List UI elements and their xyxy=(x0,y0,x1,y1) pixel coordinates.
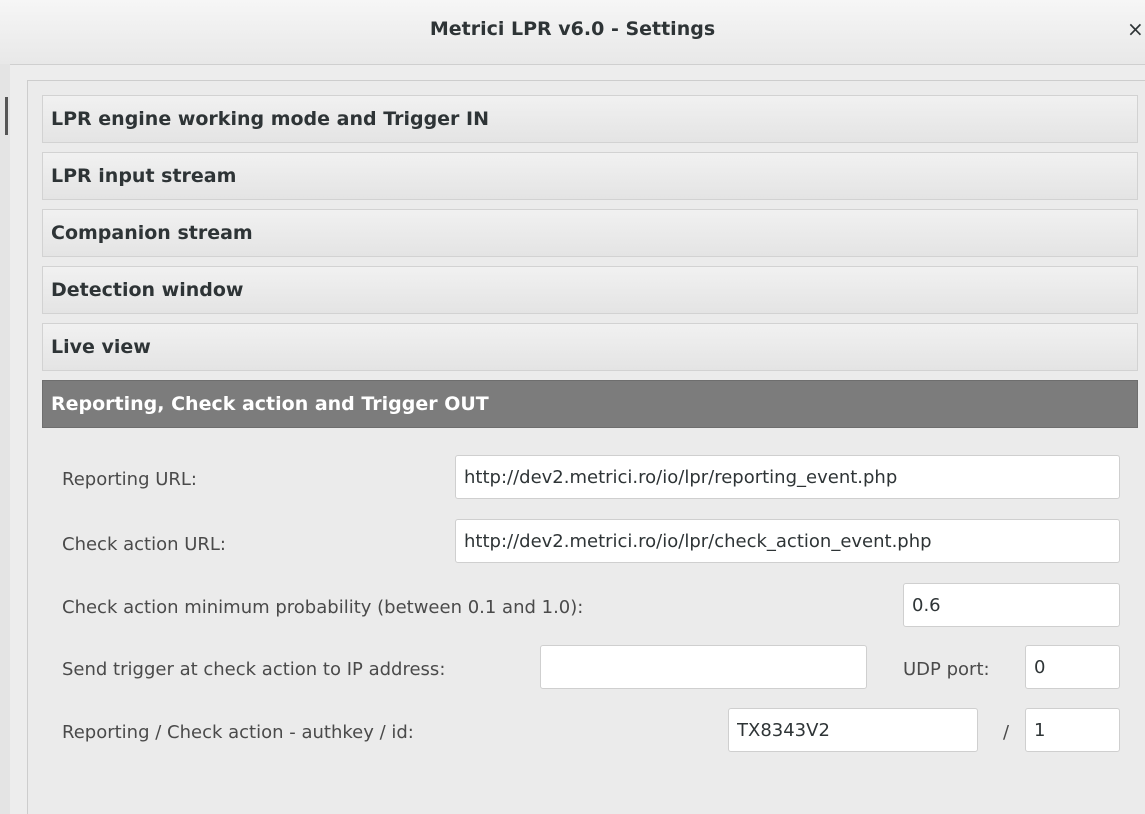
window-title: Metrici LPR v6.0 - Settings xyxy=(429,18,716,40)
section-companion-stream[interactable]: Companion stream xyxy=(42,209,1138,257)
section-live-view[interactable]: Live view xyxy=(42,323,1138,371)
authkey-input[interactable] xyxy=(728,708,978,752)
left-edge-marker xyxy=(5,97,8,135)
check-action-url-input[interactable] xyxy=(455,519,1120,563)
section-detection-window[interactable]: Detection window xyxy=(42,266,1138,314)
authkey-id-label: Reporting / Check action - authkey / id: xyxy=(62,722,414,743)
min-probability-input[interactable] xyxy=(903,583,1120,627)
trigger-ip-input[interactable] xyxy=(540,645,867,689)
trigger-ip-label: Send trigger at check action to IP addre… xyxy=(62,659,446,680)
settings-window: Metrici LPR v6.0 - Settings × LPR engine… xyxy=(0,0,1145,814)
left-edge-strip xyxy=(0,64,10,814)
section-lpr-engine-working-mode[interactable]: LPR engine working mode and Trigger IN xyxy=(42,95,1138,143)
reporting-url-label: Reporting URL: xyxy=(62,469,197,490)
section-lpr-input-stream[interactable]: LPR input stream xyxy=(42,152,1138,200)
section-reporting-check-action[interactable]: Reporting, Check action and Trigger OUT xyxy=(42,380,1138,428)
id-input[interactable] xyxy=(1025,708,1120,752)
min-probability-label: Check action minimum probability (betwee… xyxy=(62,597,584,618)
check-action-url-label: Check action URL: xyxy=(62,534,226,555)
udp-port-input[interactable] xyxy=(1025,645,1120,689)
title-bar: Metrici LPR v6.0 - Settings × xyxy=(0,0,1145,65)
authkey-id-separator: / xyxy=(1003,722,1010,743)
udp-port-label: UDP port: xyxy=(903,659,990,680)
close-icon[interactable]: × xyxy=(1127,14,1145,44)
reporting-url-input[interactable] xyxy=(455,455,1120,499)
